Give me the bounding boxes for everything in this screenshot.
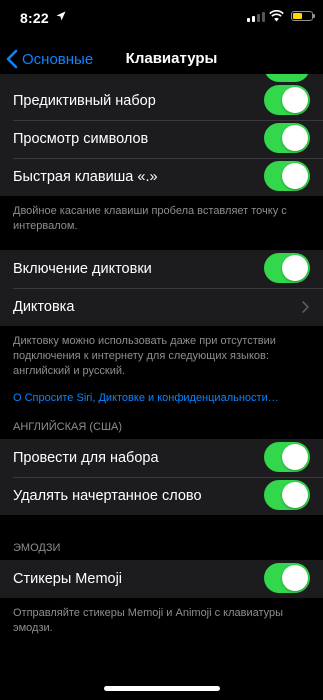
row-label: Провести для набора [13, 450, 159, 466]
section-header-emoji: Эмодзи [13, 542, 61, 554]
row-swipe-typing[interactable]: Провести для набора [0, 439, 323, 477]
toggle-enable-dictation[interactable] [264, 253, 310, 283]
toggle-character-preview[interactable] [264, 123, 310, 153]
cellular-signal-icon [247, 12, 265, 22]
group-dictation: Включение диктовки Диктовка [0, 250, 323, 326]
toggle-switch-partial[interactable] [264, 74, 310, 82]
toggle-memoji-stickers[interactable] [264, 563, 310, 593]
row-predictive[interactable]: Предиктивный набор [0, 82, 323, 120]
partial-row [0, 74, 323, 82]
toggle-predictive[interactable] [264, 85, 310, 115]
row-delete-slide-word[interactable]: Удалять начертанное слово [0, 477, 323, 515]
row-character-preview[interactable]: Просмотр символов [0, 120, 323, 158]
settings-list[interactable]: Предиктивный набор Просмотр символов Быс… [0, 74, 323, 700]
battery-icon [291, 11, 315, 21]
group-footer: Диктовку можно использовать даже при отс… [13, 335, 276, 377]
group-keyboard-options: Предиктивный набор Просмотр символов Быс… [0, 82, 323, 196]
toggle-period-shortcut[interactable] [264, 161, 310, 191]
toggle-swipe-typing[interactable] [264, 442, 310, 472]
status-time: 8:22 [20, 10, 49, 26]
wifi-icon [269, 10, 284, 22]
row-memoji-stickers[interactable]: Стикеры Memoji [0, 560, 323, 598]
page-title: Клавиатуры [125, 50, 218, 67]
row-label: Просмотр символов [13, 131, 149, 147]
toggle-delete-slide-word[interactable] [264, 480, 310, 510]
row-label: Включение диктовки [13, 261, 152, 277]
row-label: Удалять начертанное слово [13, 488, 202, 504]
group-footer: Двойное касание клавиши пробела вставляе… [13, 205, 287, 232]
section-header-english: Английская (США) [13, 421, 123, 433]
row-label: Стикеры Memoji [13, 571, 123, 587]
group-emoji: Стикеры Memoji [0, 560, 323, 598]
group-footer: Отправляйте стикеры Memoji и Animoji с к… [13, 607, 284, 634]
row-label: Быстрая клавиша «.» [13, 169, 158, 185]
home-indicator[interactable] [104, 686, 220, 691]
row-label: Диктовка [13, 299, 75, 315]
row-enable-dictation[interactable]: Включение диктовки [0, 250, 323, 288]
row-dictation[interactable]: Диктовка [0, 288, 323, 326]
chevron-right-icon [302, 301, 309, 313]
location-arrow-icon [56, 11, 66, 21]
status-bar: 8:22 [0, 0, 323, 44]
row-period-shortcut[interactable]: Быстрая клавиша «.» [0, 158, 323, 196]
siri-privacy-link[interactable]: О Спросите Siri, Диктовке и конфиденциал… [0, 391, 323, 416]
group-english: Провести для набора Удалять начертанное … [0, 439, 323, 515]
row-label: Предиктивный набор [13, 93, 156, 109]
navigation-bar: Основные Клавиатуры [0, 44, 323, 74]
